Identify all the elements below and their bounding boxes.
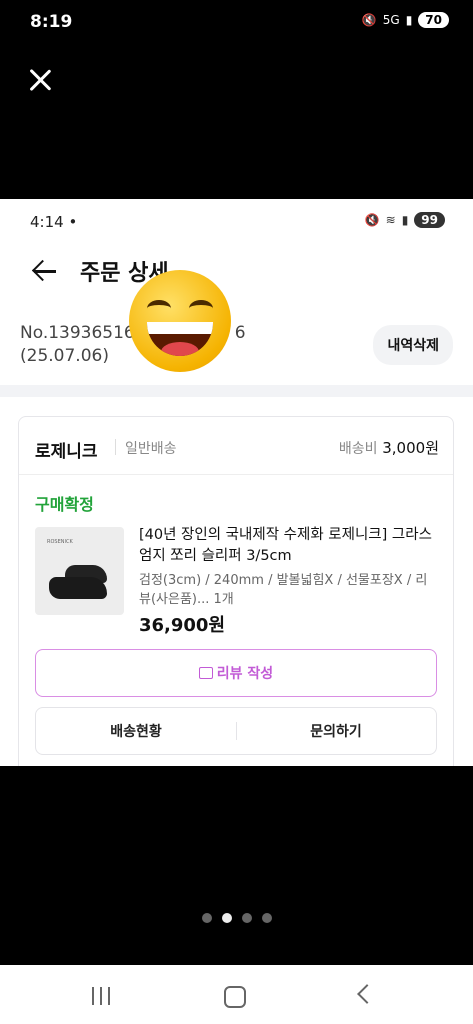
shipping-type: 일반배송 <box>125 441 177 457</box>
home-icon[interactable] <box>224 986 246 1008</box>
signal-icon: ▮ <box>405 13 413 27</box>
shipping-fee: 배송비 3,000원 <box>338 439 439 457</box>
inner-status-bar: 4:14 • 🔇 ≋ ▮ 99 <box>0 199 473 243</box>
status-icons: 🔇 5G ▮ 70 <box>362 12 449 28</box>
emoji-eye <box>189 300 213 317</box>
write-review-button[interactable]: 리뷰 작성 <box>35 649 437 697</box>
review-icon <box>198 667 213 679</box>
grinning-emoji-sticker <box>129 270 231 372</box>
close-button[interactable] <box>24 64 56 96</box>
page-dot[interactable] <box>261 913 272 923</box>
store-name[interactable]: 로제니크 <box>35 437 98 462</box>
emoji-eye <box>147 300 171 317</box>
page-dot[interactable] <box>201 913 212 923</box>
inner-status-time: 4:14 • <box>30 213 78 231</box>
network-type: 5G <box>382 13 400 27</box>
wifi-icon: ≋ <box>385 213 396 227</box>
slipper-image <box>49 577 107 599</box>
back-icon[interactable] <box>357 984 377 1004</box>
back-arrow-icon[interactable] <box>30 257 58 285</box>
page-indicator <box>0 913 473 923</box>
product-title[interactable]: [40년 장인의 국내제작 수제화 로제니크] 그라스 엄지 쪼리 슬리퍼 3/… <box>139 525 439 567</box>
delete-history-button[interactable]: 내역삭제 <box>373 325 453 365</box>
product-thumbnail[interactable]: ROSENICK <box>35 527 124 615</box>
page-dot-active[interactable] <box>221 913 232 923</box>
product-options: 검정(3cm) / 240mm / 발볼넓힘X / 선물포장X / 리뷰(사은품… <box>139 573 428 607</box>
delivery-status-button[interactable]: 배송현황 <box>36 708 236 754</box>
action-row: 배송현황 문의하기 <box>35 707 437 755</box>
mute-icon: 🔇 <box>361 13 377 27</box>
screenshot-viewer: 4:14 • 🔇 ≋ ▮ 99 주문 상세 No.13936516 6 (25.0… <box>0 199 473 766</box>
inner-status-icons: 🔇 ≋ ▮ 99 <box>365 212 445 228</box>
status-time: 8:19 <box>30 12 73 32</box>
product-quantity: 1개 <box>213 592 234 607</box>
thumbnail-brand-logo: ROSENICK <box>47 539 73 545</box>
order-date: (25.07.06) <box>20 346 109 366</box>
product-price: 36,900원 <box>139 615 226 636</box>
system-nav-bar <box>0 965 473 1024</box>
section-divider <box>0 385 473 397</box>
divider <box>115 439 116 455</box>
battery-badge: 99 <box>414 212 445 228</box>
signal-icon: ▮ <box>401 213 409 227</box>
battery-badge: 70 <box>418 12 449 28</box>
mute-icon: 🔇 <box>364 213 380 227</box>
recent-apps-icon[interactable] <box>92 987 112 1005</box>
write-review-label: 리뷰 작성 <box>216 666 274 682</box>
emoji-mouth <box>147 322 213 356</box>
inquiry-button[interactable]: 문의하기 <box>236 708 436 754</box>
page-dot[interactable] <box>241 913 252 923</box>
divider <box>19 474 453 475</box>
outer-status-bar: 8:19 🔇 5G ▮ 70 <box>0 0 473 48</box>
purchase-status: 구매확정 <box>35 495 94 514</box>
order-item-card: 로제니크 일반배송 배송비 3,000원 구매확정 ROSENICK [40년 … <box>18 416 454 766</box>
